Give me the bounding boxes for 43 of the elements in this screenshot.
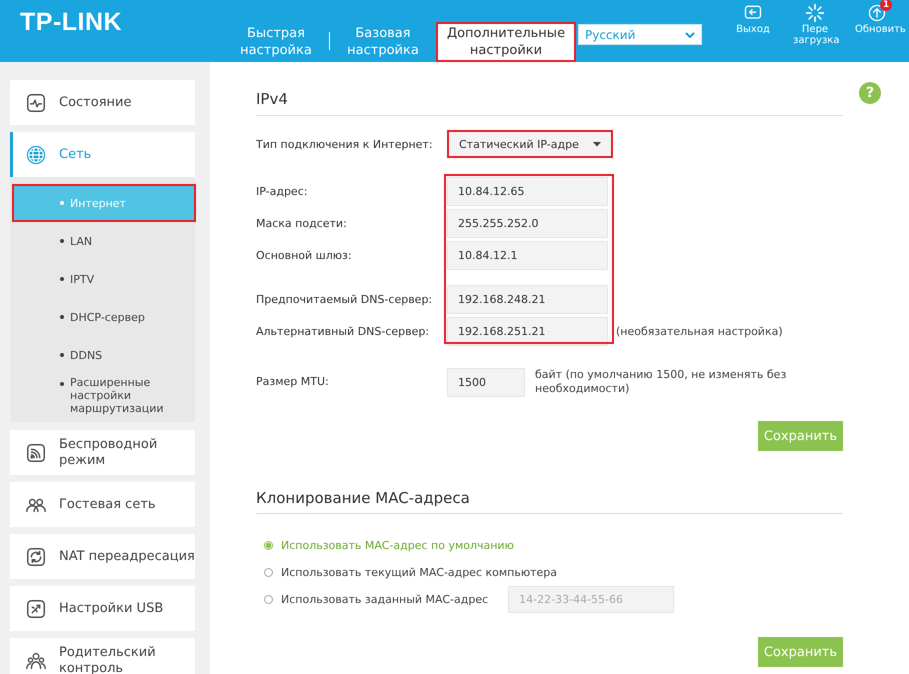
wireless-icon (25, 442, 47, 464)
sidebar-item[interactable]: Родительский контроль (10, 638, 195, 674)
input-field[interactable]: 255.255.252.0 (447, 209, 608, 238)
field-label: IP-адрес: (256, 185, 308, 198)
notification-badge: 1 (880, 0, 892, 11)
field-label: Основной шлюз: (256, 249, 353, 262)
submenu-item[interactable]: DHCP-сервер (12, 298, 196, 336)
nav-tab[interactable]: Дополнительные настройки (436, 22, 576, 62)
radio-option[interactable]: Использовать текущий MAC-адрес компьютера (264, 566, 558, 579)
sidebar-item[interactable]: NAT переадресация (10, 534, 195, 579)
hint-text: байт (по умолчанию 1500, не изменять без необходимости) (535, 368, 788, 396)
logo: TP-LINK (19, 7, 124, 37)
submenu-item[interactable]: Расширенные настройки маршрутизации (12, 374, 196, 416)
hint-text: (необязательная настройка) (616, 325, 783, 338)
input-field[interactable]: 10.84.12.1 (447, 241, 608, 270)
field-label: Тип подключения к Интернет: (256, 138, 434, 150)
input-field[interactable]: 1500 (447, 368, 525, 397)
sidebar-item[interactable]: Состояние (10, 80, 195, 125)
input-field[interactable]: 10.84.12.65 (447, 177, 608, 206)
connection-type-select[interactable]: Статический IP-адре (447, 130, 613, 158)
refresh-icon (25, 546, 47, 568)
field-label: Размер MTU: (256, 374, 330, 388)
section-title: IPv4 (256, 90, 843, 116)
sidebar-item[interactable]: Настройки USB (10, 586, 195, 631)
submenu-item[interactable]: DDNS (12, 336, 196, 374)
submenu-item[interactable]: IPTV (12, 260, 196, 298)
field-label: Предпочитаемый DNS-сервер: (256, 293, 434, 306)
section-title: Клонирование MAC-адреса (256, 489, 843, 514)
input-field[interactable]: 192.168.251.21 (447, 317, 608, 346)
input-field[interactable]: 192.168.248.21 (447, 285, 608, 314)
radio-option[interactable]: Использовать заданный MAC-адрес (264, 593, 488, 606)
toolbar-button[interactable]: 1 Обновить (846, 3, 908, 46)
input-field[interactable]: 14-22-33-44-55-66 (508, 586, 674, 613)
sidebar-item[interactable]: Гостевая сеть (10, 482, 195, 527)
globe-icon (25, 144, 47, 166)
spinner-icon (805, 3, 825, 23)
field-label: Маска подсети: (256, 217, 348, 230)
sidebar-item[interactable]: Беспроводной режим (10, 430, 195, 475)
usb-icon (25, 598, 47, 620)
caret-icon (685, 32, 695, 38)
field-label: Альтернативный DNS-сервер: (256, 325, 430, 338)
pulse-icon (25, 92, 47, 114)
submenu-item[interactable]: LAN (12, 222, 196, 260)
